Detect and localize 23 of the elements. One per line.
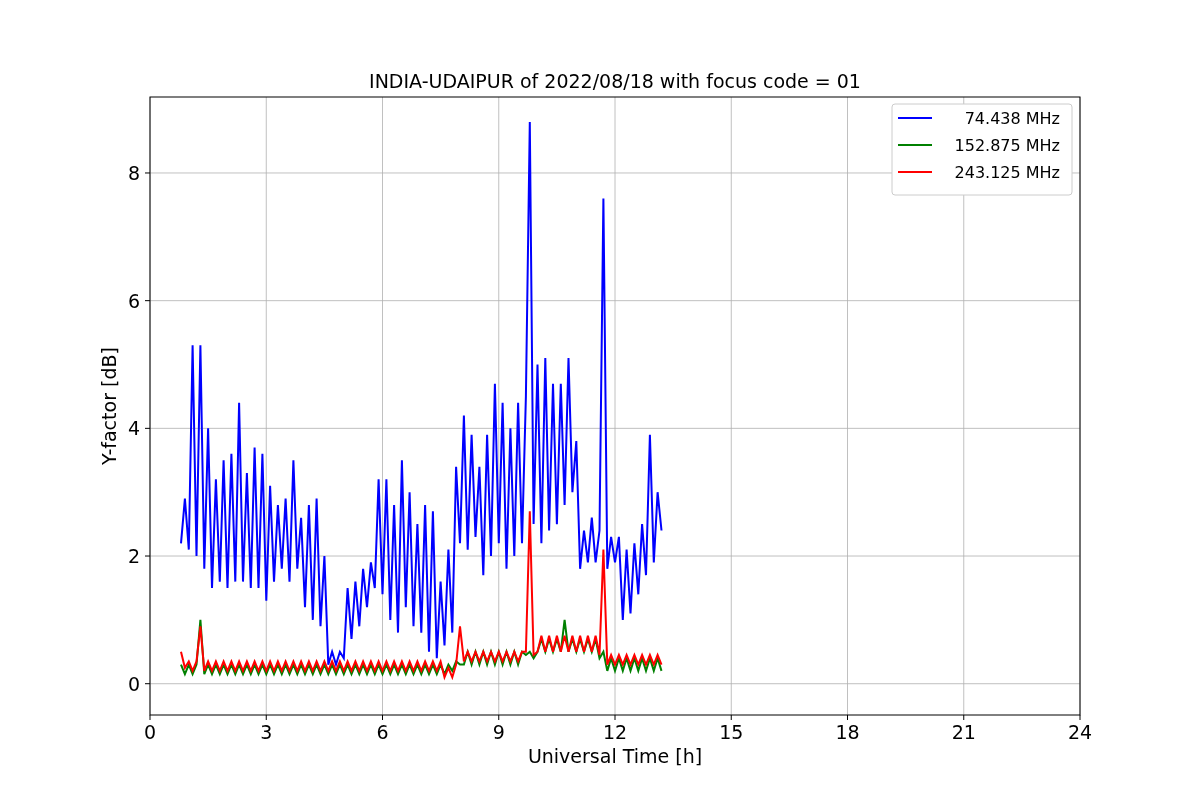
tick-label: 4	[127, 417, 140, 440]
tick-label: 0	[143, 721, 157, 743]
axis-label: Universal Time [h]	[527, 745, 703, 767]
tick-label: 2	[127, 545, 140, 568]
tick-label: 0	[127, 672, 140, 695]
legend-line	[897, 171, 933, 173]
tick-label: 12	[602, 721, 628, 743]
chart-title: INDIA-UDAIPUR of 2022/08/18 with focus code = 01	[369, 70, 861, 92]
tick-label: 21	[951, 721, 976, 743]
tick-label: 24	[1067, 721, 1093, 743]
tick-label: 8	[127, 161, 140, 184]
tick-label: 6	[127, 289, 140, 312]
legend-line	[897, 117, 933, 119]
tick-label: 9	[492, 721, 505, 743]
tick-label: 3	[260, 721, 273, 743]
legend-label: 152.875 MHz	[954, 136, 1060, 155]
tick-label: 6	[376, 721, 389, 743]
axis-label: Y-factor [dB]	[98, 347, 120, 465]
tick-label: 15	[719, 721, 744, 743]
legend-label: 74.438 MHz	[964, 109, 1060, 128]
legend-line	[897, 144, 933, 146]
legend-label: 243.125 MHz	[954, 163, 1060, 182]
tick-label: 18	[835, 721, 860, 743]
